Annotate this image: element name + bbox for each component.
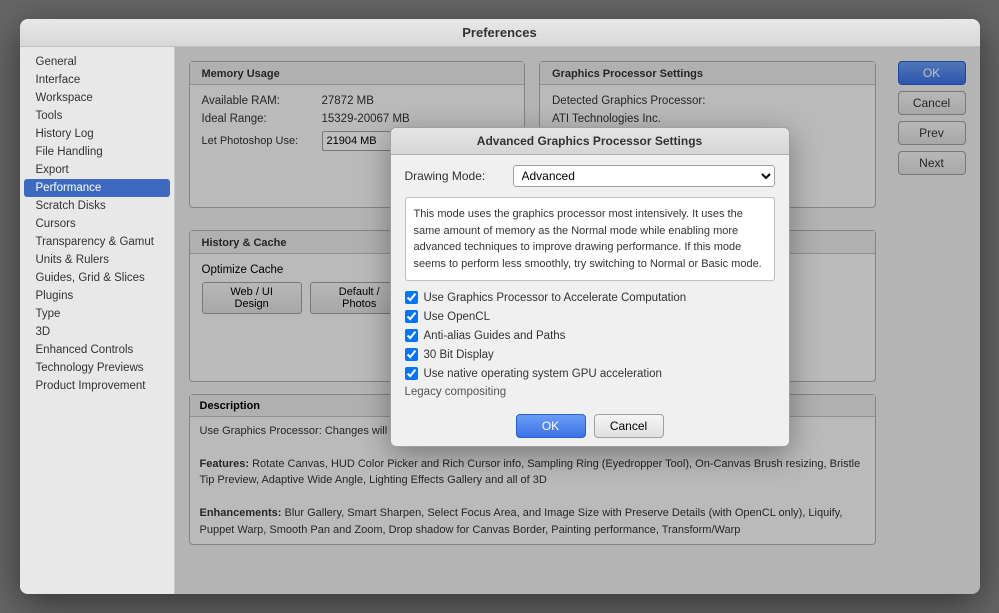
checkbox-row: Anti-alias Guides and Paths xyxy=(405,329,775,342)
sidebar-item-general[interactable]: General xyxy=(20,53,174,71)
drawing-mode-row: Drawing Mode: Advanced Normal Basic xyxy=(405,165,775,187)
sidebar-item-export[interactable]: Export xyxy=(20,161,174,179)
sidebar-item-performance[interactable]: Performance xyxy=(24,179,170,197)
sidebar-item-scratch_disks[interactable]: Scratch Disks xyxy=(20,197,174,215)
titlebar: Preferences xyxy=(20,19,980,47)
checkbox-use-opencl[interactable] xyxy=(405,310,418,323)
modal-overlay: Advanced Graphics Processor Settings Dra… xyxy=(175,47,980,594)
checkbox-row: 30 Bit Display xyxy=(405,348,775,361)
checkbox-label: Anti-alias Guides and Paths xyxy=(424,330,566,342)
sidebar-item-history_log[interactable]: History Log xyxy=(20,125,174,143)
sidebar-item-tools[interactable]: Tools xyxy=(20,107,174,125)
legacy-compositing-label: Legacy compositing xyxy=(405,386,507,398)
content-area: OK Cancel Prev Next Memory Usage Availab… xyxy=(175,47,980,594)
sidebar-item-3d[interactable]: 3D xyxy=(20,323,174,341)
modal-checkboxes: Use Graphics Processor to Accelerate Com… xyxy=(405,291,775,380)
modal-title: Advanced Graphics Processor Settings xyxy=(477,134,702,148)
checkbox-use-graphics-pr[interactable] xyxy=(405,291,418,304)
checkbox-use-native-oper[interactable] xyxy=(405,367,418,380)
legacy-compositing-row: Legacy compositing xyxy=(405,386,775,398)
checkbox-row: Use OpenCL xyxy=(405,310,775,323)
sidebar-item-product_improvement[interactable]: Product Improvement xyxy=(20,377,174,395)
checkbox-anti-alias-guid[interactable] xyxy=(405,329,418,342)
checkbox-row: Use native operating system GPU accelera… xyxy=(405,367,775,380)
checkbox-label: 30 Bit Display xyxy=(424,349,494,361)
sidebar-item-cursors[interactable]: Cursors xyxy=(20,215,174,233)
checkbox-row: Use Graphics Processor to Accelerate Com… xyxy=(405,291,775,304)
modal-cancel-button[interactable]: Cancel xyxy=(594,414,664,438)
checkbox-30-bit-display[interactable] xyxy=(405,348,418,361)
main-content: GeneralInterfaceWorkspaceToolsHistory Lo… xyxy=(20,47,980,594)
preferences-window: Preferences GeneralInterfaceWorkspaceToo… xyxy=(20,19,980,594)
sidebar-item-interface[interactable]: Interface xyxy=(20,71,174,89)
drawing-mode-select[interactable]: Advanced Normal Basic xyxy=(513,165,775,187)
modal-buttons: OK Cancel xyxy=(391,408,789,446)
sidebar-item-technology_previews[interactable]: Technology Previews xyxy=(20,359,174,377)
advanced-gpu-modal: Advanced Graphics Processor Settings Dra… xyxy=(390,127,790,447)
sidebar-item-transparency__gamut[interactable]: Transparency & Gamut xyxy=(20,233,174,251)
sidebar-item-file_handling[interactable]: File Handling xyxy=(20,143,174,161)
mode-description: This mode uses the graphics processor mo… xyxy=(405,197,775,281)
sidebar-item-type[interactable]: Type xyxy=(20,305,174,323)
sidebar-item-plugins[interactable]: Plugins xyxy=(20,287,174,305)
sidebar: GeneralInterfaceWorkspaceToolsHistory Lo… xyxy=(20,47,175,594)
window-title: Preferences xyxy=(462,25,536,40)
sidebar-item-workspace[interactable]: Workspace xyxy=(20,89,174,107)
sidebar-item-guides_grid__slices[interactable]: Guides, Grid & Slices xyxy=(20,269,174,287)
modal-body: Drawing Mode: Advanced Normal Basic This… xyxy=(391,155,789,408)
modal-ok-button[interactable]: OK xyxy=(516,414,586,438)
sidebar-item-enhanced_controls[interactable]: Enhanced Controls xyxy=(20,341,174,359)
checkbox-label: Use OpenCL xyxy=(424,311,490,323)
drawing-mode-label: Drawing Mode: xyxy=(405,169,505,183)
modal-titlebar: Advanced Graphics Processor Settings xyxy=(391,128,789,155)
sidebar-item-units__rulers[interactable]: Units & Rulers xyxy=(20,251,174,269)
checkbox-label: Use Graphics Processor to Accelerate Com… xyxy=(424,292,687,304)
checkbox-label: Use native operating system GPU accelera… xyxy=(424,368,662,380)
